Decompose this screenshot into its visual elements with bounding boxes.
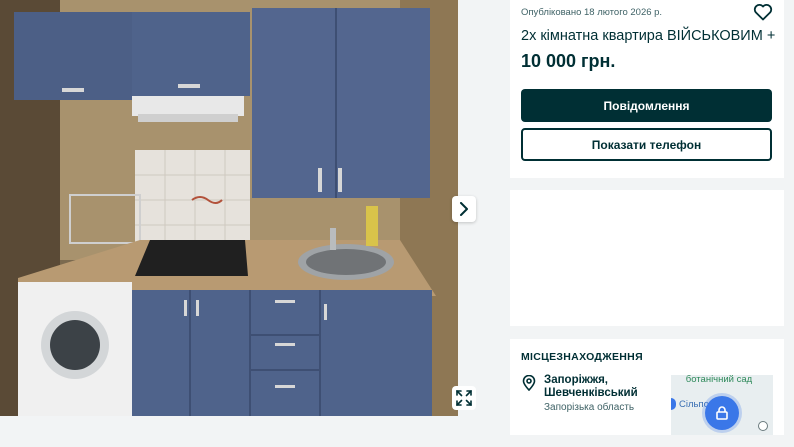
map-label-garden: ботанічний сад (685, 375, 753, 385)
message-button[interactable]: Повідомлення (521, 89, 772, 122)
photo-gallery (0, 0, 490, 447)
listing-price: 10 000 грн. (521, 51, 616, 71)
location-heading: МІСЦЕЗНАХОДЖЕННЯ (521, 351, 643, 363)
map-info-icon[interactable] (758, 421, 768, 431)
location-city: Запоріжжя, Шевченківський (544, 374, 638, 399)
location-pin-icon (522, 375, 536, 391)
listing-photo[interactable] (0, 0, 458, 416)
expand-icon (456, 390, 472, 406)
location-card: МІСЦЕЗНАХОДЖЕННЯ Запоріжжя, Шевченківськ… (510, 339, 784, 435)
listing-title: 2х кімнатна квартира ВІЙСЬКОВИМ + (521, 28, 776, 44)
posted-date: Опубліковано 18 лютого 2026 р. (521, 7, 663, 18)
location-region: Запорізька область (544, 402, 635, 413)
next-photo-button[interactable] (452, 196, 476, 222)
show-phone-button[interactable]: Показати телефон (521, 128, 772, 161)
map-marker-edge (671, 398, 676, 410)
listing-summary-card: Опубліковано 18 лютого 2026 р. 2х кімнат… (510, 0, 784, 178)
empty-card (510, 190, 784, 326)
lock-icon (716, 406, 728, 420)
kitchen-photo-illustration (0, 0, 458, 416)
location-map[interactable]: ботанічний сад Сільпо (671, 375, 773, 435)
fullscreen-button[interactable] (452, 386, 476, 410)
map-location-marker[interactable] (705, 396, 739, 430)
chevron-right-icon (460, 202, 468, 216)
heart-icon (753, 4, 773, 21)
favorite-button[interactable] (753, 3, 773, 21)
